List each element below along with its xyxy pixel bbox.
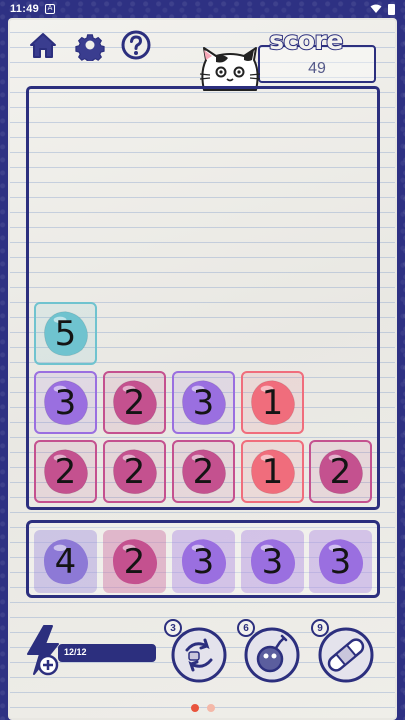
tile-number: 2 [192,451,215,492]
board-tile[interactable]: 2 [103,440,166,503]
tile-number: 3 [54,382,77,423]
tray-tile[interactable]: 4 [34,530,97,593]
page-dot [207,704,215,712]
board-tile[interactable]: 2 [103,371,166,434]
tile-number: 2 [329,451,352,492]
status-bar: 11:49 A [0,0,405,18]
shuffle-cost-badge: 3 [164,619,182,637]
tile-number: 1 [261,451,284,492]
board-tile[interactable]: 2 [172,440,235,503]
tile-number: 1 [261,382,284,423]
help-icon [121,30,151,60]
settings-button[interactable] [73,28,107,62]
wifi-icon [370,4,382,13]
tile-number: 3 [192,541,215,582]
board-tile[interactable]: 5 [34,302,97,365]
board-tile[interactable]: 2 [34,440,97,503]
tray-tile[interactable]: 3 [241,530,304,593]
gear-icon [75,34,105,61]
bandage-cost-badge: 9 [311,619,329,637]
tile-number: 4 [54,541,77,582]
tile-number: 2 [123,451,146,492]
notification-icon: A [45,4,56,14]
score-label: score [268,25,344,56]
tile-number: 3 [261,541,284,582]
tray-tile[interactable]: 3 [172,530,235,593]
board-tile[interactable]: 3 [172,371,235,434]
tile-number: 2 [123,541,146,582]
shuffle-powerup-button[interactable]: 3 [164,619,229,684]
tile-number: 2 [123,382,146,423]
score-value: 49 [308,60,326,77]
energy-bolt-icon[interactable] [22,624,68,676]
battery-icon [388,3,395,15]
page-indicator [160,703,246,713]
tray-tile[interactable]: 3 [309,530,372,593]
bomb-powerup-button[interactable]: 6 [237,619,302,684]
home-button[interactable] [26,28,60,62]
bomb-cost-badge: 6 [237,619,255,637]
help-button[interactable] [119,28,153,62]
page-dot [191,704,199,712]
board-tile[interactable]: 3 [34,371,97,434]
bandage-powerup-button[interactable]: 9 [311,619,376,684]
tile-number: 2 [54,451,77,492]
tile-number: 3 [329,541,352,582]
board-tile[interactable]: 1 [241,371,304,434]
home-icon [30,33,56,58]
tile-number: 5 [54,313,77,354]
tray-tile[interactable]: 2 [103,530,166,593]
tile-number: 3 [192,382,215,423]
board-tile[interactable]: 2 [309,440,372,503]
board-tile[interactable]: 1 [241,440,304,503]
status-time: 11:49 [10,3,40,15]
